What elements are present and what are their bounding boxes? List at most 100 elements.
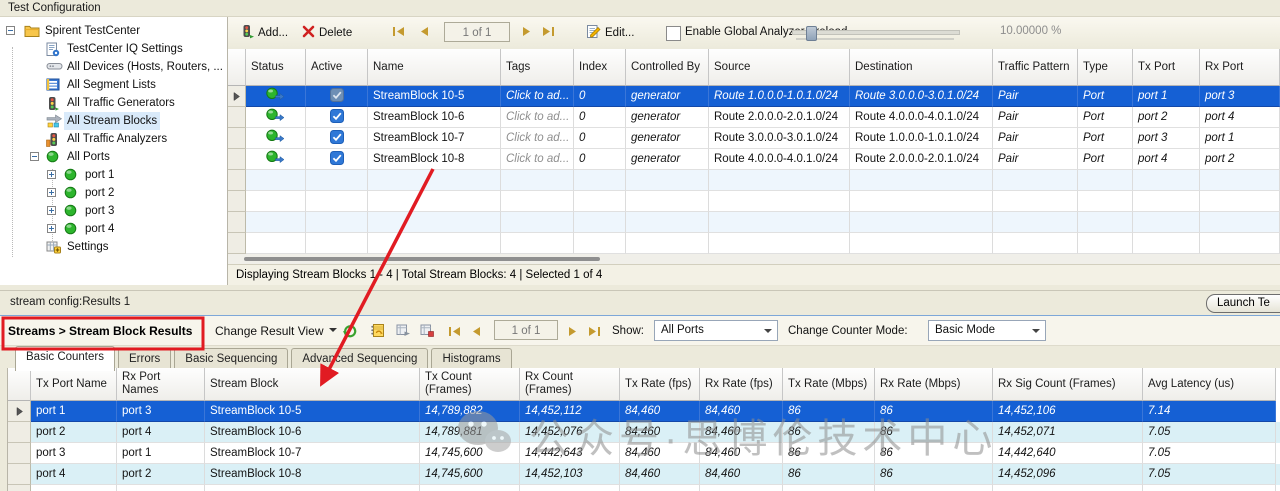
table-cell[interactable]: Port <box>1078 86 1133 107</box>
table-cell[interactable] <box>306 128 368 149</box>
table-cell[interactable]: port 4 <box>1200 107 1280 128</box>
table-cell[interactable] <box>306 86 368 107</box>
table-cell[interactable]: Port <box>1078 149 1133 170</box>
table-cell[interactable] <box>246 107 306 128</box>
refresh-icon[interactable] <box>342 323 358 338</box>
table-cell[interactable]: 0 <box>574 86 626 107</box>
table-cell[interactable]: port 4 <box>1133 149 1200 170</box>
table-cell[interactable]: 86 <box>783 401 875 422</box>
export-notebook-icon[interactable] <box>370 323 385 338</box>
table-cell[interactable]: 0 <box>574 107 626 128</box>
tree-item-port-2[interactable]: port 2 <box>0 184 227 202</box>
table-cell[interactable]: generator <box>626 128 709 149</box>
tree-item-all-devices-hosts-routers[interactable]: All Devices (Hosts, Routers, ... <box>0 58 227 76</box>
table-cell[interactable]: Click to ad... <box>501 107 574 128</box>
table-cell[interactable]: Pair <box>993 86 1078 107</box>
table-cell[interactable]: StreamBlock 10-6 <box>205 422 420 443</box>
table-cell[interactable]: Pair <box>993 149 1078 170</box>
active-checkbox[interactable] <box>329 129 344 147</box>
table-cell[interactable]: port 2 <box>1200 149 1280 170</box>
table-cell[interactable]: generator <box>626 149 709 170</box>
table-cell[interactable] <box>246 128 306 149</box>
table-cell[interactable]: Route 2.0.0.0-2.0.1.0/24 <box>709 107 850 128</box>
slider-thumb[interactable] <box>806 26 817 41</box>
table-cell[interactable]: 84,460 <box>700 464 783 485</box>
empty-row[interactable] <box>228 170 1280 191</box>
row-selector-cell[interactable] <box>8 464 31 485</box>
plus-expander-icon[interactable] <box>47 188 56 197</box>
previous-page-button[interactable] <box>420 26 429 37</box>
table-cell[interactable]: 86 <box>875 443 993 464</box>
tree-item-all-segment-lists[interactable]: All Segment Lists <box>0 76 227 94</box>
table-cell[interactable]: Route 1.0.0.0-1.0.1.0/24 <box>709 86 850 107</box>
column-header-active[interactable]: Active <box>306 49 368 86</box>
table-cell[interactable]: 14,452,103 <box>520 464 620 485</box>
column-header-tx-rate-mbps[interactable]: Tx Rate (Mbps) <box>783 368 875 401</box>
column-header-index[interactable]: Index <box>574 49 626 86</box>
table-cell[interactable]: 84,460 <box>620 422 700 443</box>
save-result-view-icon[interactable] <box>420 323 434 337</box>
row-selector-cell[interactable] <box>228 107 246 128</box>
table-cell[interactable]: 7.05 <box>1143 464 1276 485</box>
column-header-rx-port-names[interactable]: Rx Port Names <box>117 368 205 401</box>
column-header-traffic-pattern[interactable]: Traffic Pattern <box>993 49 1078 86</box>
counter-mode-select[interactable]: Basic Mode <box>928 320 1046 341</box>
column-header-stream-block[interactable]: Stream Block <box>205 368 420 401</box>
row-selector-cell[interactable] <box>228 149 246 170</box>
add-button[interactable]: Add... <box>240 22 288 44</box>
tree-item-port-1[interactable]: port 1 <box>0 166 227 184</box>
column-header-tx-count-frames[interactable]: Tx Count (Frames) <box>420 368 520 401</box>
table-cell[interactable]: StreamBlock 10-8 <box>205 464 420 485</box>
table-cell[interactable]: port 1 <box>1200 128 1280 149</box>
tree-item-all-traffic-generators[interactable]: All Traffic Generators <box>0 94 227 112</box>
tree-item-port-4[interactable]: port 4 <box>0 220 227 238</box>
column-header-rx-rate-mbps[interactable]: Rx Rate (Mbps) <box>875 368 993 401</box>
result-row[interactable]: port 3 port 1 StreamBlock 10-7 14,745,600 14… <box>8 443 1280 464</box>
table-cell[interactable]: 14,745,600 <box>420 464 520 485</box>
table-cell[interactable]: Route 4.0.0.0-4.0.1.0/24 <box>850 107 993 128</box>
table-cell[interactable]: 86 <box>875 464 993 485</box>
scrollbar-thumb[interactable] <box>244 257 600 261</box>
tree-item-testcenter-iq-settings[interactable]: TestCenter IQ Settings <box>0 40 227 58</box>
table-cell[interactable]: 14,452,106 <box>993 401 1143 422</box>
selected-row-marker[interactable] <box>228 86 246 107</box>
plus-expander-icon[interactable] <box>47 206 56 215</box>
table-cell[interactable]: 14,745,600 <box>420 443 520 464</box>
column-header-controlled-by[interactable]: Controlled By <box>626 49 709 86</box>
tree-item-all-stream-blocks[interactable]: All Stream Blocks <box>0 112 227 130</box>
table-cell[interactable]: 7.05 <box>1143 422 1276 443</box>
tree-item-spirent-testcenter[interactable]: Spirent TestCenter <box>0 22 227 40</box>
table-cell[interactable]: 84,460 <box>620 401 700 422</box>
column-header-tx-port[interactable]: Tx Port <box>1133 49 1200 86</box>
table-cell[interactable]: generator <box>626 107 709 128</box>
row-selector-cell[interactable] <box>8 443 31 464</box>
empty-row[interactable] <box>228 212 1280 233</box>
table-cell[interactable]: 0 <box>574 149 626 170</box>
table-cell[interactable]: 14,452,112 <box>520 401 620 422</box>
column-header[interactable] <box>228 49 246 86</box>
result-row[interactable]: port 1 port 3 StreamBlock 10-5 14,789,882 14… <box>8 401 1280 422</box>
tab-basic-counters[interactable]: Basic Counters <box>15 346 115 371</box>
delete-button[interactable]: Delete <box>302 22 352 44</box>
launch-button[interactable]: Launch Te <box>1206 294 1280 313</box>
result-row[interactable]: port 4 port 2 StreamBlock 10-8 14,745,600 14… <box>8 464 1280 485</box>
edit-button[interactable]: Edit... <box>586 22 634 44</box>
column-header-avg-latency-us[interactable]: Avg Latency (us) <box>1143 368 1276 401</box>
table-cell[interactable]: 86 <box>875 422 993 443</box>
results-next-page-button[interactable] <box>568 326 577 337</box>
table-cell[interactable]: 14,452,071 <box>993 422 1143 443</box>
stream-block-row[interactable]: StreamBlock 10-5 Click to ad... 0 generator… <box>228 86 1280 107</box>
table-cell[interactable] <box>306 149 368 170</box>
preload-slider[interactable] <box>792 25 960 41</box>
table-cell[interactable]: StreamBlock 10-5 <box>368 86 501 107</box>
table-cell[interactable]: Route 3.0.0.0-3.0.1.0/24 <box>850 86 993 107</box>
plus-expander-icon[interactable] <box>47 224 56 233</box>
table-cell[interactable]: 14,442,643 <box>520 443 620 464</box>
active-checkbox[interactable] <box>329 108 344 126</box>
table-cell[interactable]: 86 <box>875 401 993 422</box>
table-cell[interactable]: StreamBlock 10-7 <box>205 443 420 464</box>
table-cell[interactable]: 14,789,881 <box>420 422 520 443</box>
table-cell[interactable]: 86 <box>783 443 875 464</box>
tree-item-all-ports[interactable]: All Ports <box>0 148 227 166</box>
stream-block-row[interactable]: StreamBlock 10-8 Click to ad... 0 generator… <box>228 149 1280 170</box>
